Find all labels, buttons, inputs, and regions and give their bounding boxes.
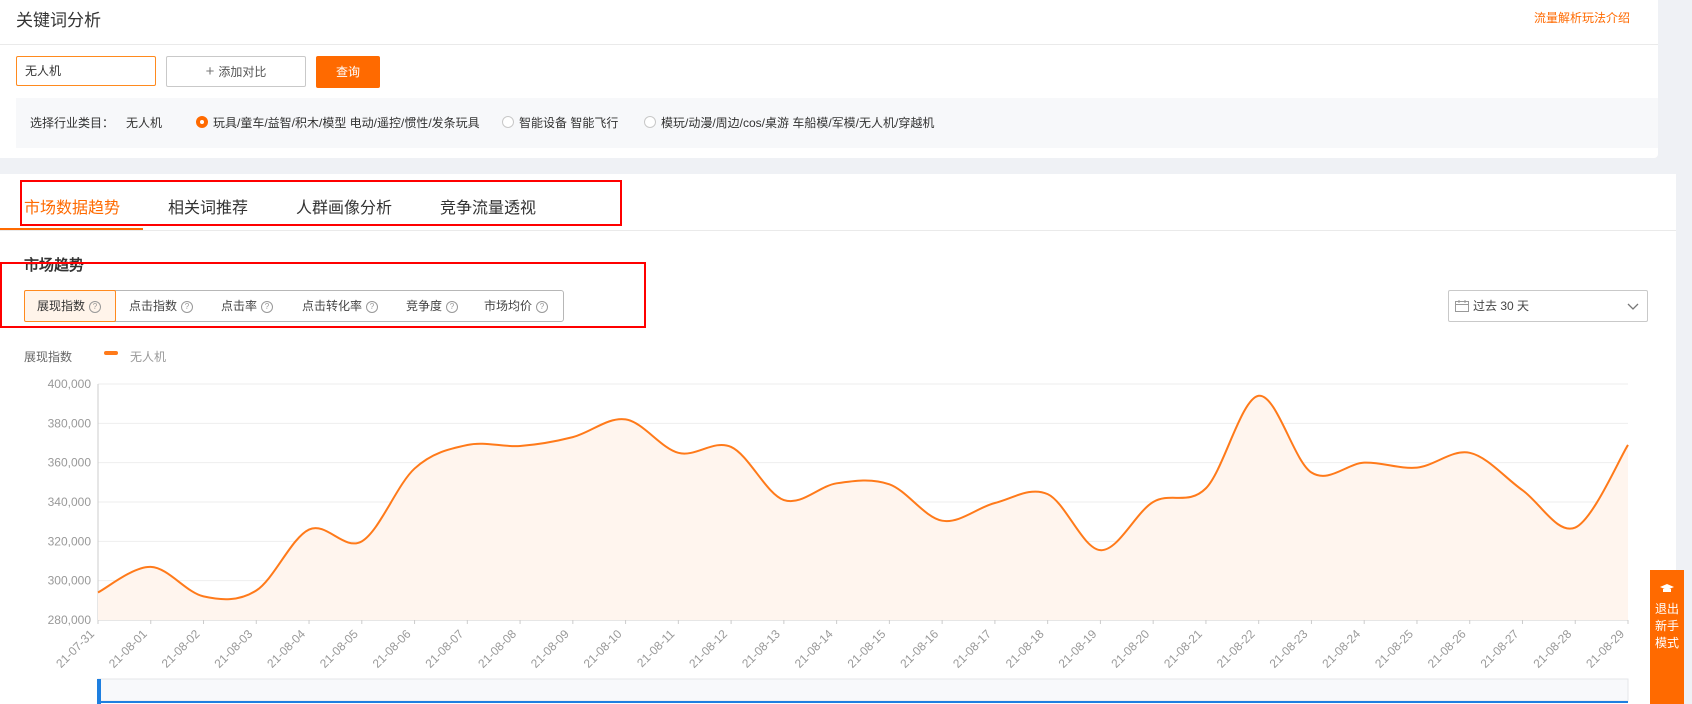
side-tab-line: 新手 — [1654, 619, 1679, 633]
y-tick-label: 400,000 — [48, 377, 92, 391]
category-label: 选择行业类目： — [30, 116, 115, 130]
x-tick-label: 21-08-08 — [475, 627, 519, 671]
category-selector: 选择行业类目： 无人机 玩具/童车/益智/积木/模型 电动/遥控/惯性/发条玩具… — [16, 98, 1658, 148]
add-compare-button[interactable]: + 添加对比 — [166, 56, 306, 87]
side-tab-line: 模式 — [1654, 636, 1679, 650]
x-tick-label: 21-08-09 — [528, 627, 572, 671]
side-tab-line: 退出 — [1654, 602, 1679, 616]
x-tick-label: 21-08-14 — [792, 627, 836, 671]
x-tick-label: 21-08-12 — [686, 627, 730, 671]
x-tick-label: 21-08-05 — [317, 627, 361, 671]
query-button[interactable]: 查询 — [316, 56, 380, 88]
x-tick-label: 21-08-19 — [1056, 627, 1100, 671]
radio-option-2[interactable] — [502, 116, 514, 128]
x-tick-label: 21-08-25 — [1372, 627, 1416, 671]
keyword-input[interactable]: 无人机 — [16, 56, 156, 86]
x-tick-label: 21-08-13 — [739, 627, 783, 671]
series-area — [98, 395, 1628, 620]
x-tick-label: 21-08-18 — [1003, 627, 1047, 671]
x-tick-label: 21-08-24 — [1319, 627, 1363, 671]
radio-option-3[interactable] — [644, 116, 656, 128]
trend-chart: 280,000 300,000 320,000 340,000 360,000 380,0… — [48, 377, 1629, 704]
x-tick-label: 21-08-20 — [1108, 627, 1152, 671]
x-tick-label: 21-08-02 — [159, 627, 203, 671]
category-option-1[interactable]: 玩具/童车/益智/积木/模型 电动/遥控/惯性/发条玩具 — [213, 114, 480, 131]
y-tick-label: 360,000 — [48, 456, 92, 470]
y-tick-label: 380,000 — [48, 416, 92, 430]
x-tick-label: 21-08-04 — [264, 627, 308, 671]
x-tick-label: 21-08-27 — [1478, 627, 1522, 671]
x-tick-label: 21-08-06 — [370, 627, 414, 671]
keyword-search-card: 关键词分析 流量解析玩法介绍 无人机 + 添加对比 查询 选择行业类目： 无人机 … — [0, 0, 1658, 158]
add-compare-label: 添加对比 — [218, 65, 267, 79]
x-tick-label: 21-08-21 — [1161, 627, 1205, 671]
y-tick-label: 300,000 — [48, 574, 92, 588]
radio-option-1[interactable] — [196, 116, 208, 128]
x-tick-label: 21-08-07 — [422, 627, 466, 671]
plus-icon: + — [205, 63, 215, 80]
x-tick-label: 21-08-10 — [581, 627, 625, 671]
x-tick-label: 21-08-26 — [1425, 627, 1469, 671]
x-tick-label: 21-08-29 — [1583, 627, 1627, 671]
market-analysis-card: 市场数据趋势 相关词推荐 人群画像分析 竞争流量透视 市场趋势 展现指数? 点击… — [0, 174, 1676, 704]
zoom-handle-left — [97, 679, 101, 704]
x-tick-label: 21-08-28 — [1530, 627, 1574, 671]
category-option-2[interactable]: 智能设备 智能飞行 — [519, 114, 618, 131]
x-tick-label: 21-08-16 — [897, 627, 941, 671]
x-tick-label: 21-08-01 — [106, 627, 150, 671]
y-tick-label: 340,000 — [48, 495, 92, 509]
x-tick-label: 21-08-03 — [211, 627, 255, 671]
x-tick-label: 21-08-23 — [1267, 627, 1311, 671]
header-divider — [0, 44, 1658, 45]
y-tick-label: 280,000 — [48, 613, 92, 627]
x-tick-label: 21-08-15 — [845, 627, 889, 671]
page-title: 关键词分析 — [16, 11, 101, 30]
y-tick-label: 320,000 — [48, 534, 92, 548]
category-keyword: 无人机 — [126, 116, 163, 130]
category-option-3[interactable]: 模玩/动漫/周边/cos/桌游 车船模/军模/无人机/穿越机 — [661, 114, 934, 131]
x-tick-label: 21-08-17 — [950, 627, 994, 671]
x-tick-label: 21-08-11 — [634, 627, 677, 670]
exit-novice-mode-button[interactable]: 退出 新手 模式 — [1650, 570, 1684, 704]
x-tick-label: 21-07-31 — [53, 627, 97, 671]
zoom-slider-track — [97, 678, 1629, 702]
guide-link[interactable]: 流量解析玩法介绍 — [1534, 9, 1630, 26]
graduation-cap-icon — [1660, 584, 1674, 592]
x-tick-label: 21-08-22 — [1214, 627, 1258, 671]
